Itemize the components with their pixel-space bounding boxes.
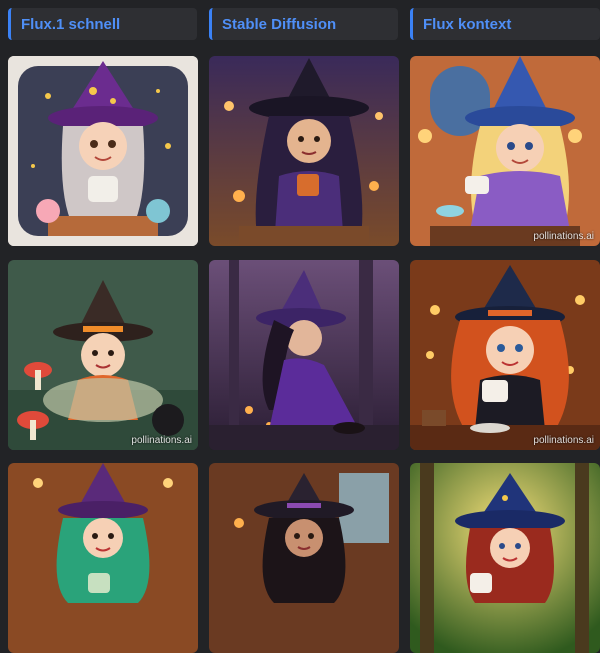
witch-green-hair-illustration [8,463,198,653]
image-tile[interactable] [209,463,399,653]
witch-cozy-room-illustration [209,463,399,653]
image-tile[interactable] [8,56,198,246]
image-tile[interactable] [410,463,600,653]
watermark: pollinations.ai [533,231,594,242]
witch-tavern-illustration [209,56,399,246]
image-tile[interactable]: pollinations.ai [410,56,600,246]
witch-teacup-illustration [8,56,198,246]
column-header-flux-kontext: Flux kontext [410,8,600,40]
witch-blue-hat-illustration [410,56,600,246]
image-tile[interactable]: pollinations.ai [8,260,198,450]
image-tile[interactable] [209,56,399,246]
watermark: pollinations.ai [533,435,594,446]
column-header-stable-diffusion: Stable Diffusion [209,8,398,40]
witch-purple-forest-illustration [209,260,399,450]
witch-red-hair-illustration [410,260,600,450]
image-tile[interactable] [8,463,198,653]
watermark: pollinations.ai [131,435,192,446]
image-tile[interactable] [209,260,399,450]
witch-glowing-forest-illustration [410,463,600,653]
witch-mushroom-forest-illustration [8,260,198,450]
column-header-flux-schnell: Flux.1 schnell [8,8,197,40]
image-tile[interactable]: pollinations.ai [410,260,600,450]
